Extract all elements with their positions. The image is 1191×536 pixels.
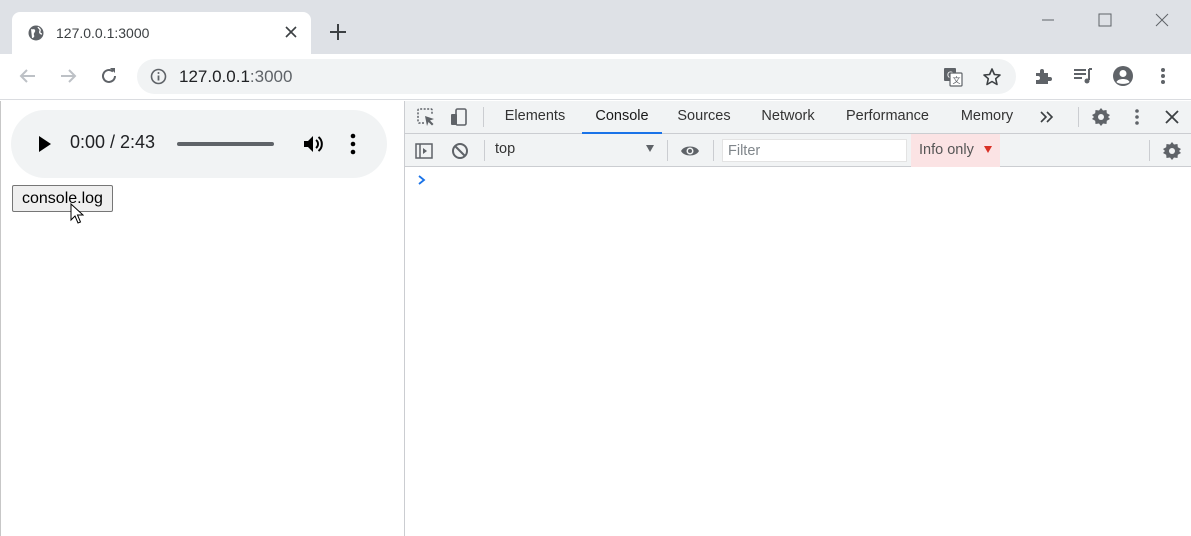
browser-toolbar: 127.0.0.1:3000 G 文 bbox=[0, 54, 1191, 100]
toolbar-separator bbox=[483, 107, 484, 127]
toolbar-separator bbox=[713, 140, 714, 161]
browser-tab[interactable]: 127.0.0.1:3000 bbox=[12, 12, 311, 54]
volume-icon[interactable] bbox=[302, 133, 324, 155]
more-tabs-chevron-icon[interactable] bbox=[1037, 107, 1057, 127]
toolbar-separator bbox=[1149, 140, 1150, 161]
profile-icon[interactable] bbox=[1112, 65, 1134, 87]
url-host: 127.0.0.1 bbox=[179, 67, 250, 86]
device-toolbar-icon[interactable] bbox=[449, 107, 469, 127]
log-levels-label: Info only bbox=[919, 142, 974, 158]
tab-close-icon[interactable] bbox=[284, 25, 298, 39]
play-icon[interactable] bbox=[37, 134, 53, 154]
address-bar[interactable]: 127.0.0.1:3000 G 文 bbox=[137, 59, 1016, 94]
toolbar-separator bbox=[484, 140, 485, 161]
console-toolbar: top Filter Info only bbox=[405, 134, 1191, 167]
page-viewport: 0:00 / 2:43 console.log bbox=[0, 101, 404, 536]
audio-player[interactable]: 0:00 / 2:43 bbox=[11, 110, 387, 178]
bookmark-star-icon[interactable] bbox=[982, 67, 1002, 87]
clear-console-icon[interactable] bbox=[450, 141, 470, 161]
devtools-menu-icon[interactable] bbox=[1127, 107, 1147, 127]
toolbar-separator bbox=[667, 140, 668, 161]
audio-time: 0:00 / 2:43 bbox=[70, 132, 156, 152]
sidebar-toggle-icon[interactable] bbox=[414, 141, 434, 161]
inspect-element-icon[interactable] bbox=[416, 107, 436, 127]
minimize-icon[interactable] bbox=[1038, 10, 1058, 30]
back-icon[interactable] bbox=[18, 66, 38, 86]
forward-icon[interactable] bbox=[58, 66, 78, 86]
log-levels-arrow-icon bbox=[984, 146, 992, 153]
toolbar-separator bbox=[1078, 107, 1079, 127]
context-dropdown-arrow-icon[interactable] bbox=[646, 145, 654, 152]
new-tab-icon[interactable] bbox=[328, 22, 348, 42]
log-levels-dropdown[interactable]: Info only bbox=[911, 134, 1000, 167]
site-info-icon[interactable] bbox=[150, 68, 167, 85]
audio-more-options-icon[interactable] bbox=[345, 132, 361, 156]
settings-gear-icon[interactable] bbox=[1091, 107, 1111, 127]
mouse-cursor-icon bbox=[70, 203, 84, 224]
tab-console[interactable]: Console bbox=[582, 101, 662, 134]
tab-performance[interactable]: Performance bbox=[839, 101, 936, 134]
media-queue-icon[interactable] bbox=[1072, 65, 1094, 87]
devtools-panel: Elements Console Sources Network Perform… bbox=[404, 101, 1191, 536]
tab-network[interactable]: Network bbox=[752, 101, 824, 134]
console-settings-gear-icon[interactable] bbox=[1162, 141, 1182, 161]
context-selector[interactable]: top bbox=[495, 141, 515, 157]
live-expression-eye-icon[interactable] bbox=[680, 141, 700, 161]
tab-title: 127.0.0.1:3000 bbox=[56, 25, 150, 41]
url-port: :3000 bbox=[249, 67, 293, 86]
tab-sources[interactable]: Sources bbox=[670, 101, 738, 134]
url-text[interactable]: 127.0.0.1:3000 bbox=[179, 67, 292, 87]
menu-icon[interactable] bbox=[1152, 65, 1174, 87]
globe-icon bbox=[28, 25, 44, 41]
extensions-icon[interactable] bbox=[1032, 65, 1054, 87]
devtools-tab-bar: Elements Console Sources Network Perform… bbox=[405, 101, 1191, 134]
devtools-close-icon[interactable] bbox=[1162, 107, 1182, 127]
console-prompt-chevron-icon[interactable] bbox=[417, 174, 427, 186]
tab-memory[interactable]: Memory bbox=[953, 101, 1021, 134]
window-close-icon[interactable] bbox=[1152, 10, 1172, 30]
svg-text:文: 文 bbox=[953, 75, 961, 85]
filter-placeholder: Filter bbox=[728, 143, 761, 159]
tab-elements[interactable]: Elements bbox=[495, 101, 575, 134]
console-log-button[interactable]: console.log bbox=[12, 185, 113, 212]
translate-icon[interactable]: G 文 bbox=[943, 67, 963, 87]
tab-strip: 127.0.0.1:3000 bbox=[0, 0, 1191, 54]
reload-icon[interactable] bbox=[99, 66, 119, 86]
audio-seek-bar[interactable] bbox=[177, 142, 274, 146]
maximize-icon[interactable] bbox=[1095, 10, 1115, 30]
console-filter-input[interactable]: Filter bbox=[722, 139, 907, 162]
